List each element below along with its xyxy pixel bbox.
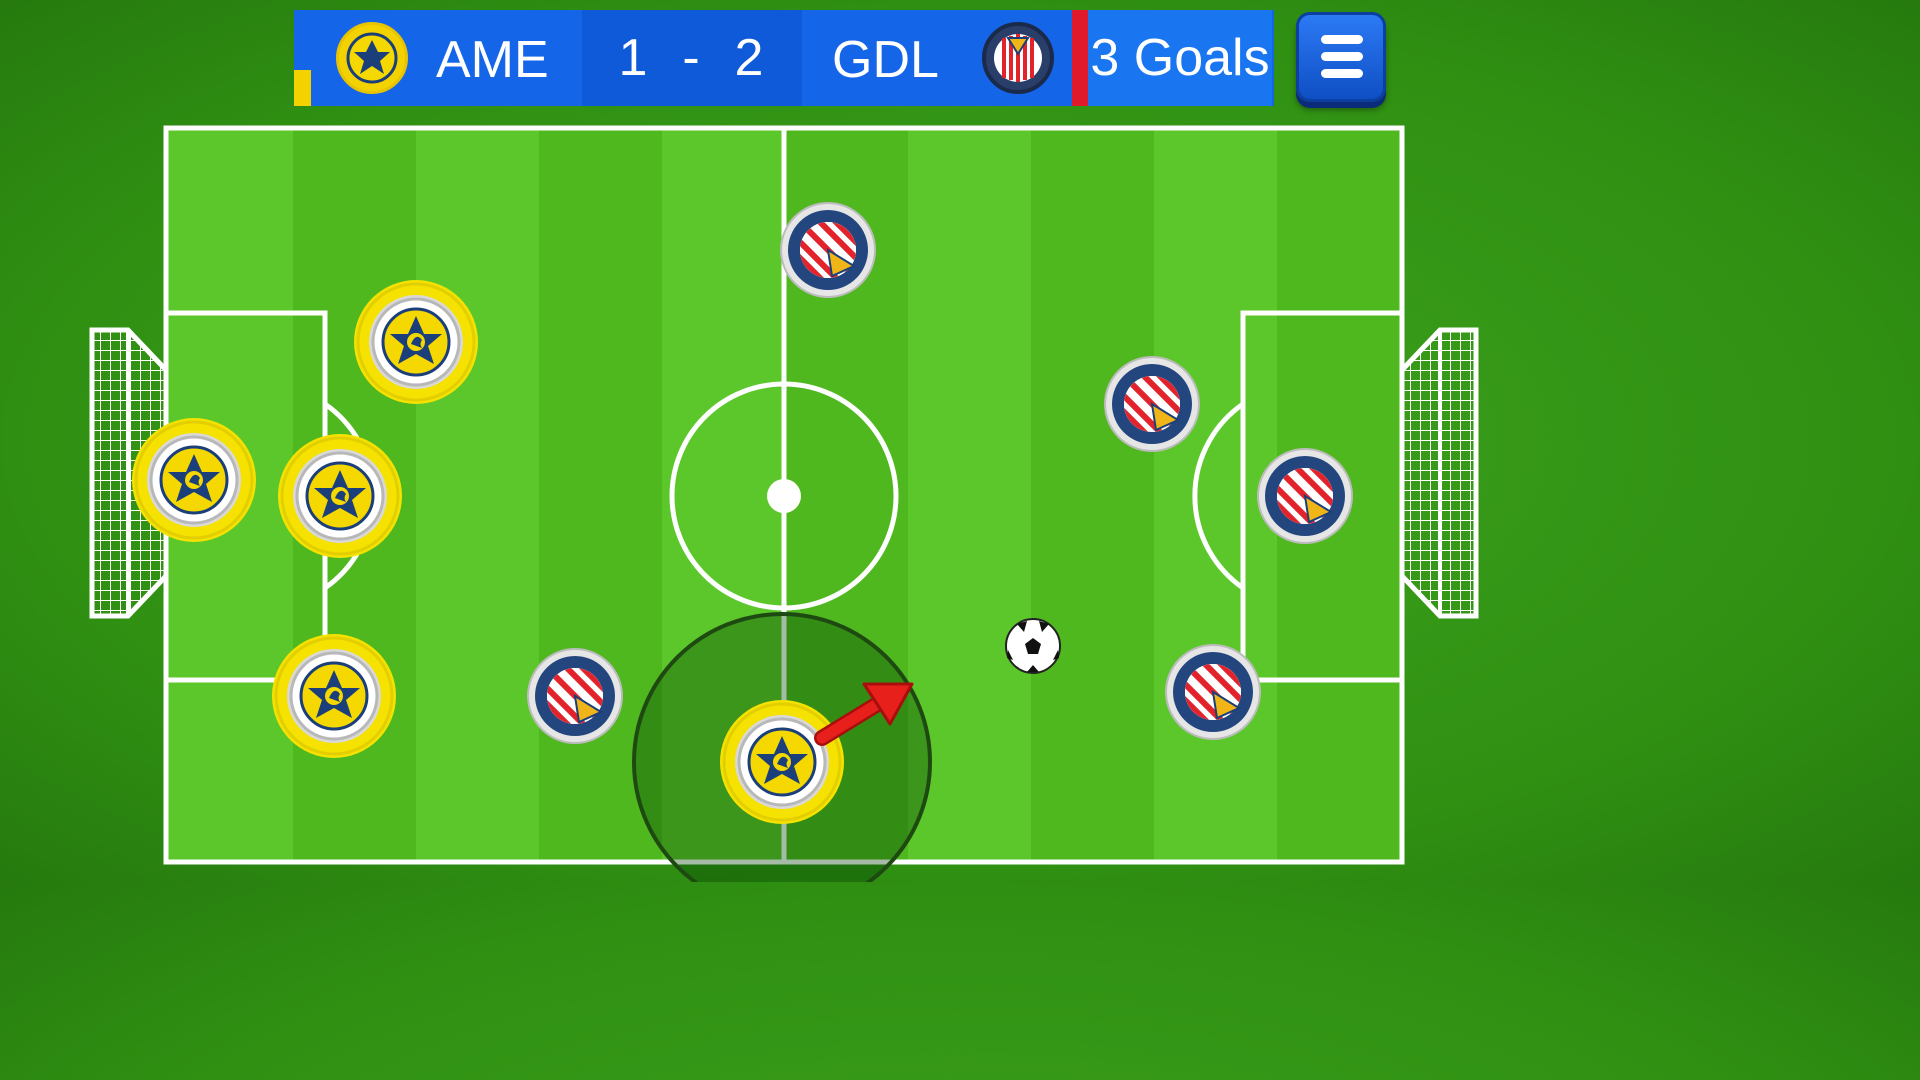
scoreboard: AME 1 - 2 GDL 3 Goals bbox=[294, 10, 1274, 106]
gdl-player-token bbox=[1104, 356, 1200, 452]
center-spot bbox=[767, 479, 801, 513]
gdl-player-token bbox=[780, 202, 876, 298]
goals-target-label: 3 Goals bbox=[1088, 10, 1272, 106]
ame-goalkeeper-token[interactable] bbox=[130, 416, 258, 544]
ame-player-token[interactable] bbox=[352, 278, 480, 406]
right-goal bbox=[1399, 327, 1479, 619]
gdl-player-token bbox=[1165, 644, 1261, 740]
ame-player-token[interactable] bbox=[276, 432, 404, 560]
soccer-field[interactable] bbox=[0, 0, 1568, 882]
gdl-player-token bbox=[1257, 448, 1353, 544]
team2-abbreviation: GDL bbox=[832, 31, 939, 89]
red-white-striped-crest-icon bbox=[982, 22, 1054, 94]
divider bbox=[1072, 10, 1088, 106]
gdl-player-token bbox=[527, 648, 623, 744]
team1-color-flag bbox=[294, 70, 311, 106]
score-display: 1 - 2 bbox=[582, 10, 802, 106]
menu-button[interactable] bbox=[1296, 12, 1386, 102]
team2-panel: GDL bbox=[802, 10, 1072, 106]
ame-selected-player-token[interactable] bbox=[718, 698, 846, 826]
ame-player-token[interactable] bbox=[270, 632, 398, 760]
yellow-star-crest-icon bbox=[336, 22, 408, 94]
team1-abbreviation: AME bbox=[436, 31, 549, 89]
team1-panel: AME bbox=[294, 10, 582, 106]
soccer-ball-icon bbox=[1005, 618, 1061, 674]
